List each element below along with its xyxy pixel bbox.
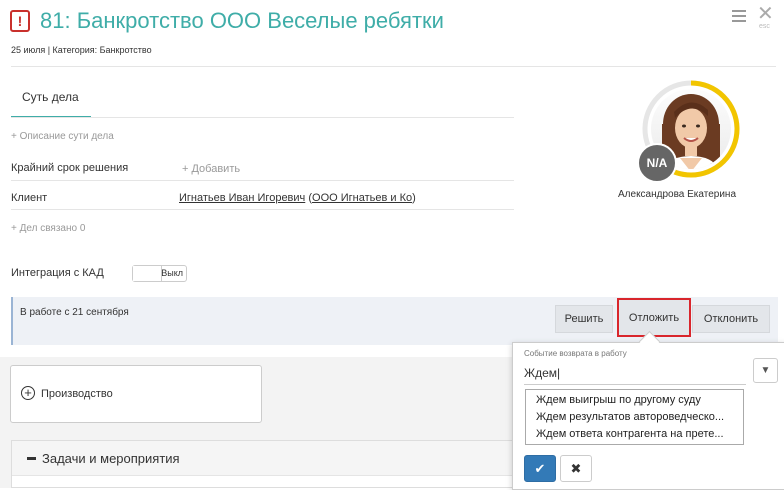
divider	[11, 117, 514, 118]
check-icon: ✔	[534, 460, 546, 476]
collapse-icon[interactable]	[27, 457, 36, 460]
x-icon: ✖	[570, 460, 582, 476]
return-event-label: Событие возврата в работу	[524, 349, 627, 358]
postpone-button[interactable]: Отложить	[617, 298, 691, 337]
deadline-label: Крайний срок решения	[11, 162, 129, 174]
alert-icon: !	[10, 10, 30, 32]
input-underline	[524, 384, 746, 385]
client-company-link[interactable]: ООО Игнатьев и Ко	[312, 192, 412, 204]
suggestion-item[interactable]: Ждем выигрыш по другому суду	[536, 394, 701, 406]
tasks-title: Задачи и мероприятия	[42, 451, 180, 466]
resolve-button[interactable]: Решить	[555, 305, 613, 333]
divider	[11, 209, 514, 210]
input-value: Ждем	[524, 366, 558, 380]
client-label: Клиент	[11, 192, 48, 204]
add-description-link[interactable]: + Описание сути дела	[11, 131, 114, 142]
na-badge: N/A	[637, 143, 677, 183]
kad-label: Интеграция с КАД	[11, 267, 104, 279]
confirm-button[interactable]: ✔	[524, 455, 556, 482]
suggestion-item[interactable]: Ждем ответа контрагента на прете...	[536, 428, 724, 440]
reject-button[interactable]: Отклонить	[692, 305, 770, 333]
suggestion-list: Ждем выигрыш по другому суду Ждем резуль…	[525, 389, 744, 445]
menu-icon[interactable]	[732, 10, 746, 25]
kad-toggle[interactable]: Выкл	[132, 265, 187, 282]
tab-case-essence[interactable]: Суть дела	[22, 90, 79, 104]
chevron-down-icon[interactable]: ▼	[753, 358, 778, 383]
production-label[interactable]: Производство	[41, 388, 113, 400]
esc-label: esc	[759, 23, 770, 30]
client-value: Игнатьев Иван Игоревич (ООО Игнатьев и К…	[179, 192, 416, 204]
add-deadline-link[interactable]: + Добавить	[182, 163, 240, 175]
close-icon[interactable]: ✕	[757, 4, 774, 24]
cancel-button[interactable]: ✖	[560, 455, 592, 482]
toggle-knob	[133, 266, 162, 281]
suggestion-item[interactable]: Ждем результатов автороведческо...	[536, 411, 724, 423]
related-cases-link[interactable]: + Дел связано 0	[11, 223, 85, 234]
page-title: 81: Банкротство ООО Веселые ребятки	[40, 8, 444, 33]
client-person-link[interactable]: Игнатьев Иван Игоревич	[179, 192, 305, 204]
status-text: В работе с 21 сентября	[20, 307, 129, 318]
divider	[11, 180, 514, 181]
assignee-name: Александрова Екатерина	[618, 189, 737, 200]
case-meta: 25 июля | Категория: Банкротство	[11, 45, 152, 55]
plus-circle-icon[interactable]: +	[21, 386, 35, 400]
divider	[11, 66, 776, 67]
return-event-input[interactable]: Ждем|	[524, 366, 560, 380]
toggle-state: Выкл	[161, 268, 183, 278]
